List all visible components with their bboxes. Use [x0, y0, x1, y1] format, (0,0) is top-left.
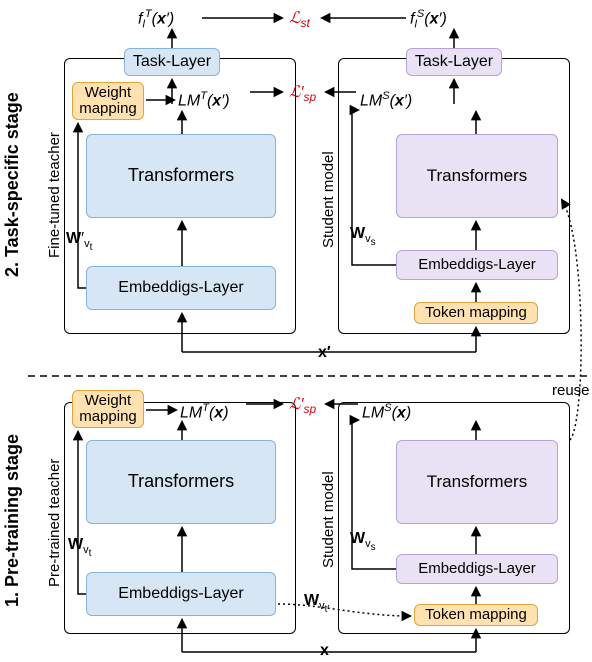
- x-label: x: [320, 642, 329, 660]
- LM-S-xp: LMS(x′): [360, 90, 412, 110]
- teacher-transformers-bottom: Transformers: [86, 440, 276, 524]
- student-task-layer-top: Task-Layer: [406, 48, 502, 76]
- f-S-label: flS(x′): [410, 8, 447, 31]
- teacher-transformers-top: Transformers: [86, 134, 276, 218]
- xprime-label: x′: [318, 344, 331, 362]
- student-side-label-top: Student model: [320, 130, 337, 270]
- token-mapping-top: Token mapping: [414, 302, 538, 324]
- student-transformers-bottom: Transformers: [396, 440, 558, 524]
- teacher-embeddings-bottom: Embeddigs-Layer: [86, 572, 276, 616]
- reuse-label: reuse: [552, 382, 590, 399]
- teacher-task-layer-top: Task-Layer: [124, 48, 220, 76]
- stage-label-pretrain: 1. Pre-training stage: [2, 400, 23, 640]
- student-embeddings-bottom: Embeddigs-Layer: [396, 554, 558, 584]
- student-side-label-bottom: Student model: [320, 450, 337, 590]
- weight-mapping-bottom: Weight mapping: [72, 390, 144, 428]
- W-vt-label: Wvt: [68, 536, 91, 559]
- W-vtp-label: W′vt: [66, 230, 92, 253]
- loss-sp-bottom: ℒ′sp: [289, 394, 316, 416]
- LM-T-x: LMT(x): [180, 402, 229, 422]
- f-T-label: flT(x′): [138, 8, 174, 31]
- W-vs-label-bottom: Wvs: [350, 530, 376, 553]
- teacher-side-label-bottom: Pre-trained teacher: [46, 440, 63, 605]
- LM-S-x: LMS(x): [362, 402, 411, 422]
- weight-mapping-top: Weight mapping: [72, 82, 144, 120]
- loss-sp-top: ℒ′sp: [289, 82, 316, 104]
- stage-label-task: 2. Task-specific stage: [2, 40, 23, 330]
- token-mapping-bottom: Token mapping: [414, 604, 538, 626]
- teacher-embeddings-top: Embeddigs-Layer: [86, 266, 276, 310]
- loss-st: ℒst: [289, 8, 310, 30]
- W-vs-label-top: Wvs: [350, 225, 376, 248]
- student-transformers-top: Transformers: [396, 134, 558, 218]
- LM-T-xp: LMT(x′): [178, 90, 230, 110]
- W-vtprime-label: Wvt′: [304, 592, 329, 615]
- student-embeddings-top: Embeddigs-Layer: [396, 250, 558, 280]
- teacher-side-label-top: Fine-tuned teacher: [46, 110, 63, 280]
